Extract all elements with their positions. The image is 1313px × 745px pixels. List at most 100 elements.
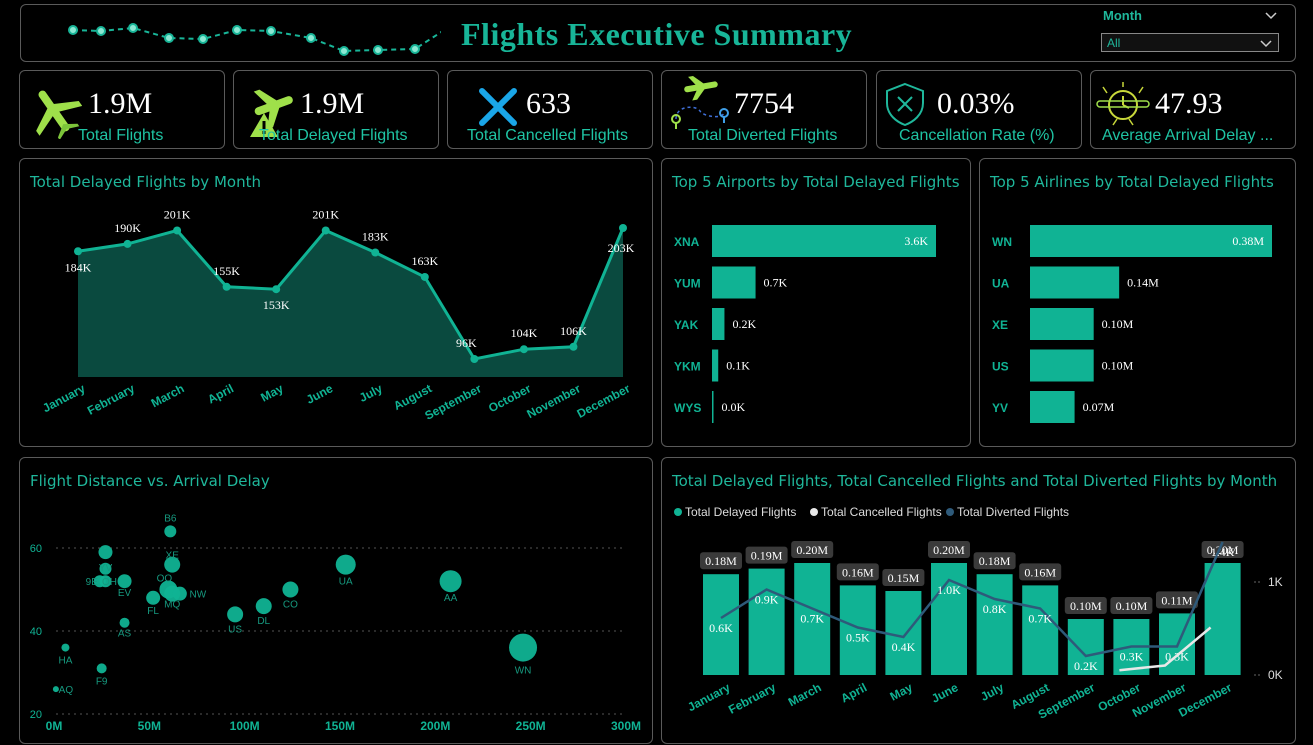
kpi-value: 47.93 xyxy=(1155,87,1223,120)
point-label: AQ xyxy=(59,685,74,696)
legend-label: Total Cancelled Flights xyxy=(821,505,942,519)
y-tick-label: YKM xyxy=(674,360,701,374)
page-title: Flights Executive Summary xyxy=(461,16,853,52)
x-tick-label: 250M xyxy=(516,719,546,733)
data-label: 190K xyxy=(114,221,141,235)
kpi-card-cancellation-rate: 0.03% Cancellation Rate (%) xyxy=(876,70,1082,149)
kpi-value: 7754 xyxy=(734,87,794,120)
cancel-x-icon xyxy=(479,88,517,126)
combo-by-month-chart: Total Delayed Flights Total Cancelled Fli… xyxy=(674,505,1283,722)
airplane-icon xyxy=(36,90,82,139)
scatter-point xyxy=(439,570,462,593)
chevron-down-icon[interactable] xyxy=(1265,12,1277,20)
data-label: 0.1K xyxy=(726,359,750,373)
bar xyxy=(1030,308,1094,340)
data-label: 3.6K xyxy=(904,234,928,248)
data-label: 0.38M xyxy=(1232,234,1264,248)
x-tick-label: November xyxy=(524,381,583,421)
point-label: WN xyxy=(515,666,532,677)
x-tick-label: January xyxy=(685,680,732,714)
area-fill xyxy=(78,228,623,377)
scatter-point xyxy=(61,643,70,652)
bar xyxy=(1204,563,1241,675)
data-point xyxy=(272,285,281,294)
y-tick-label: XNA xyxy=(674,235,700,249)
scatter-point xyxy=(96,663,107,674)
point-label: DL xyxy=(257,616,270,627)
point-label: HA xyxy=(58,656,72,667)
legend-swatch xyxy=(946,508,954,516)
top-airports-panel: Top 5 Airports by Total Delayed Flights … xyxy=(661,158,971,447)
x-tick-label: 300M xyxy=(611,719,641,733)
data-label: 0.7K xyxy=(764,276,788,290)
scatter-point xyxy=(227,606,244,623)
kpi-value: 1.9M xyxy=(300,87,365,120)
x-tick-label: 150M xyxy=(325,719,355,733)
x-tick-label: February xyxy=(726,680,778,717)
data-label: 0.6K xyxy=(709,621,733,635)
bar xyxy=(1022,585,1059,675)
y-tick-label: 60 xyxy=(30,543,42,555)
month-slicer-dropdown[interactable]: All xyxy=(1101,33,1279,52)
data-label: 0.10M xyxy=(1102,317,1134,331)
bar xyxy=(712,391,714,423)
y-tick-label: 20 xyxy=(30,709,42,721)
top-airports-chart: XNA 3.6K YUM 0.7K YAK 0.2K YKM 0.1K WYS 0.0K xyxy=(674,225,936,423)
legend-swatch xyxy=(810,508,818,516)
point-label: AA xyxy=(444,593,458,604)
scatter-point xyxy=(509,633,538,662)
x-tick-label: September xyxy=(422,381,484,423)
delayed-by-month-panel: Total Delayed Flights by Month 184K Janua… xyxy=(19,158,653,447)
data-label: 0.19M xyxy=(751,549,783,563)
data-point xyxy=(470,355,479,363)
data-label: 0.4K xyxy=(892,640,916,654)
kpi-card-total-cancelled: 633 Total Cancelled Flights xyxy=(447,70,653,149)
month-slicer-label: Month xyxy=(1103,8,1142,23)
scatter-point xyxy=(282,581,299,598)
data-label: 0.2K xyxy=(1074,659,1098,673)
data-label: 1.4K xyxy=(1211,545,1235,559)
bar xyxy=(712,308,725,340)
kpi-label: Total Flights xyxy=(78,127,164,144)
clock-airplane-icon xyxy=(1096,82,1150,126)
kpi-label: Total Delayed Flights xyxy=(259,127,408,144)
bar xyxy=(1030,391,1075,423)
bar xyxy=(712,225,936,257)
kpi-label: Total Cancelled Flights xyxy=(467,127,628,144)
data-point xyxy=(619,224,627,232)
point-label: MQ xyxy=(164,600,180,611)
scatter-point xyxy=(98,545,113,560)
point-label: UA xyxy=(339,577,353,588)
x-tick-label: May xyxy=(888,680,915,703)
point-label: CO xyxy=(283,600,298,611)
point-label: B6 xyxy=(164,513,177,524)
data-label: 184K xyxy=(65,260,92,274)
data-label: 0.0K xyxy=(722,400,746,414)
y-tick-label: YAK xyxy=(674,318,699,332)
data-label: 0.11M xyxy=(1161,593,1193,607)
data-label: 106K xyxy=(560,324,587,338)
bar xyxy=(748,568,785,675)
data-label: 153K xyxy=(263,298,290,312)
data-label: 0.18M xyxy=(979,554,1011,568)
x-tick-label: February xyxy=(85,381,137,418)
x-tick-label: 0M xyxy=(46,719,63,733)
point-label: AS xyxy=(118,629,132,640)
legend-swatch xyxy=(674,508,682,516)
data-label: 1.0K xyxy=(937,583,961,597)
distance-vs-delay-panel: Flight Distance vs. Arrival Delay 20 40 60… xyxy=(19,457,653,744)
kpi-value: 633 xyxy=(526,87,571,120)
distance-vs-delay-chart: 20 40 60 0M 50M 100M 150M 200M 250M 300M B6 XE OO MQ N… xyxy=(30,513,641,733)
combo-by-month-panel: Total Delayed Flights, Total Cancelled F… xyxy=(661,457,1296,744)
point-label: YV xyxy=(99,563,113,574)
data-label: 0.20M xyxy=(796,543,828,557)
kpi-label: Cancellation Rate (%) xyxy=(899,127,1055,144)
point-label: FL xyxy=(147,606,159,617)
x-tick-label: January xyxy=(40,381,87,415)
scatter-point xyxy=(119,617,130,628)
x-tick-label: April xyxy=(205,381,236,406)
data-label: 0.8K xyxy=(983,602,1007,616)
point-label: OO xyxy=(157,574,173,585)
x-tick-label: June xyxy=(304,381,336,407)
kpi-card-total-diverted: 7754 Total Diverted Flights xyxy=(661,70,867,149)
